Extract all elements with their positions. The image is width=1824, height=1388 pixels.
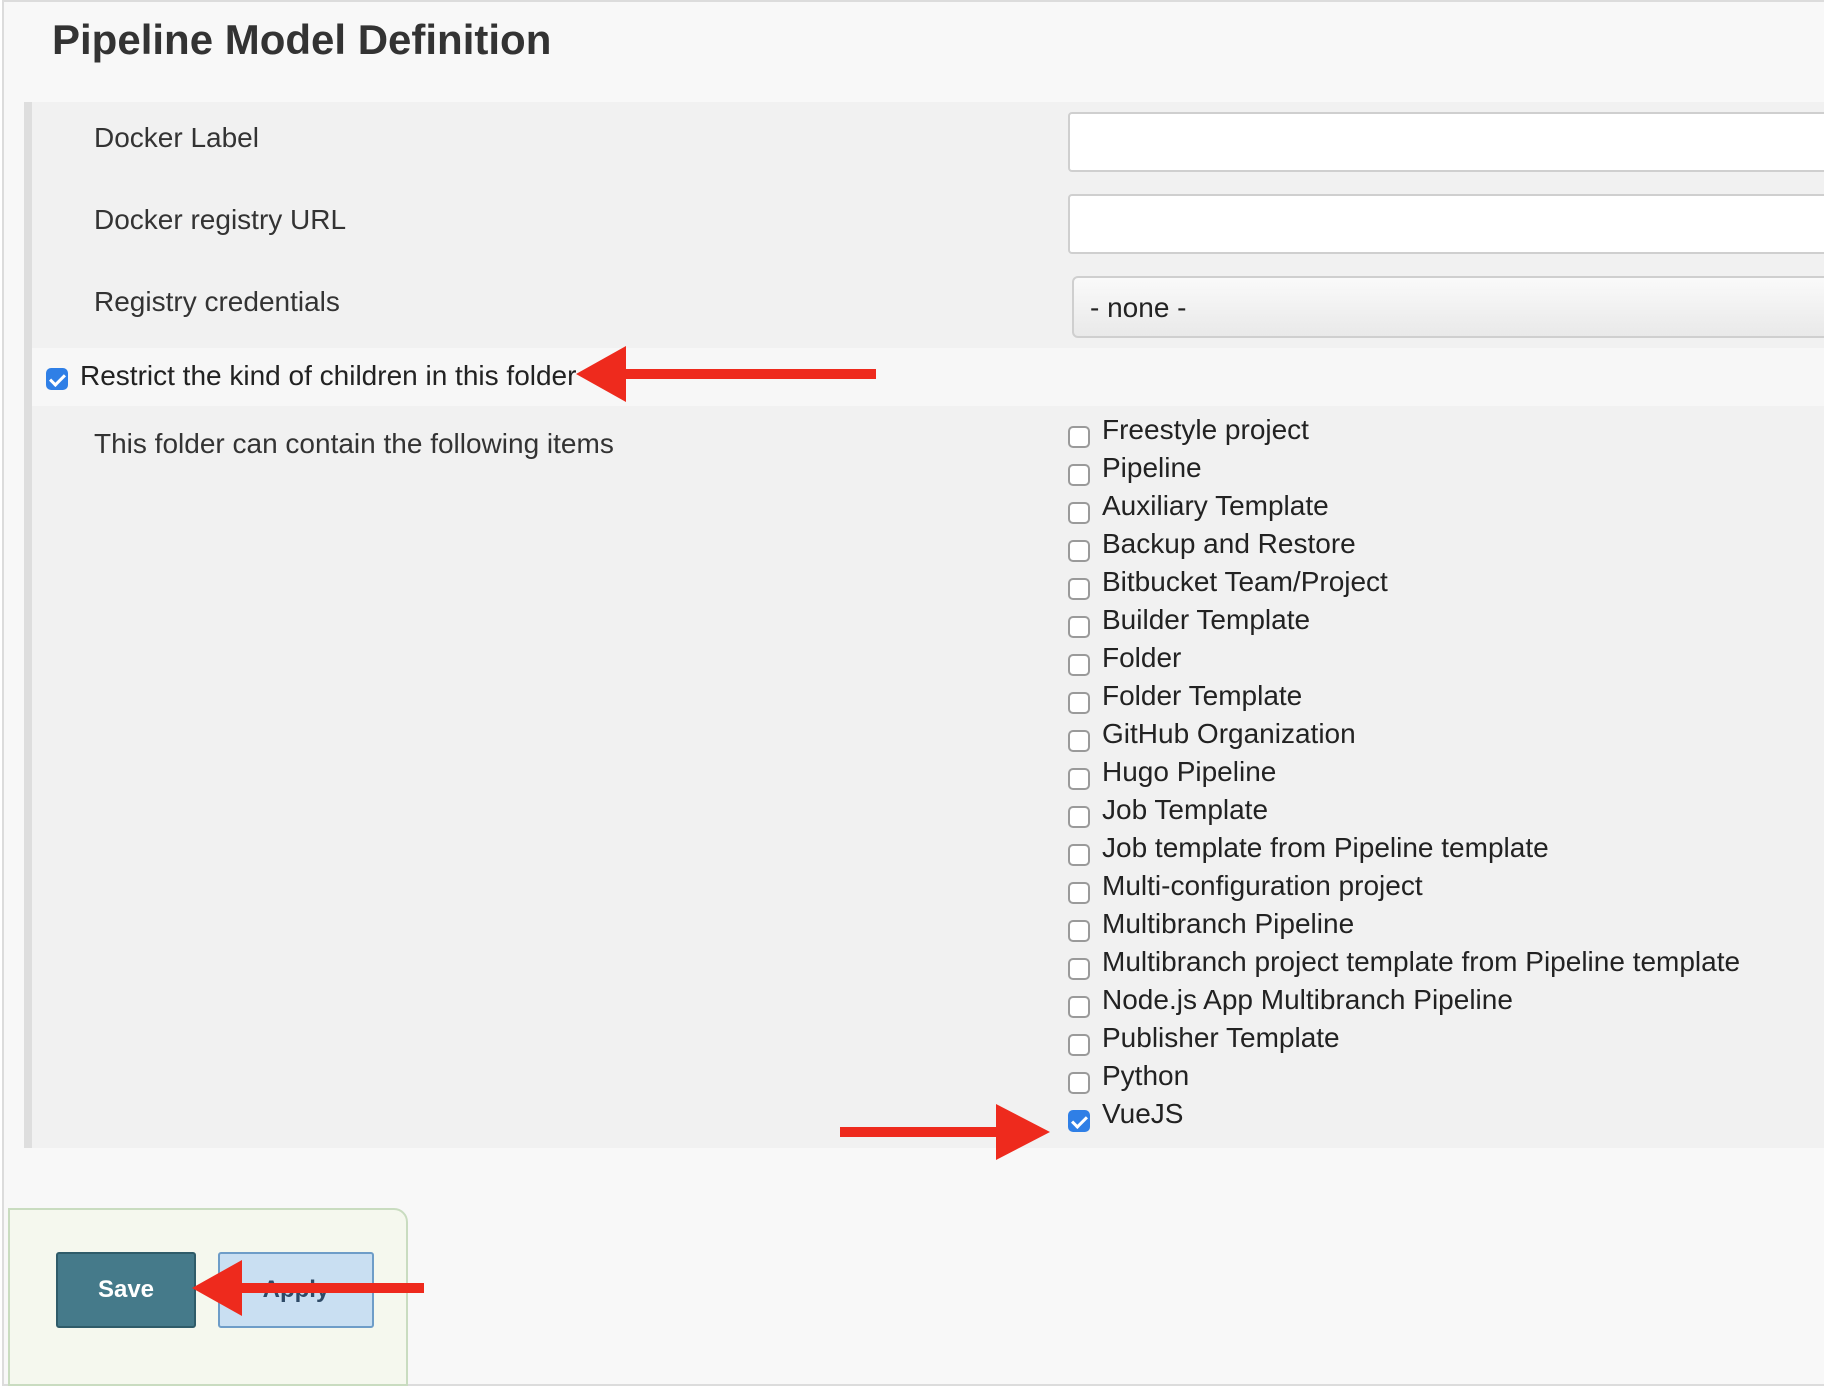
allowed-item-label: Freestyle project [1102, 414, 1309, 445]
allowed-item-label: VueJS [1102, 1098, 1184, 1129]
allowed-item-label: Node.js App Multibranch Pipeline [1102, 984, 1513, 1015]
pipeline-model-section: Docker Label Docker registry URL Registr… [24, 102, 1824, 1148]
allowed-item-label: GitHub Organization [1102, 718, 1356, 749]
restrict-children-row: Restrict the kind of children in this fo… [32, 348, 1824, 406]
annotation-arrow-restrict [576, 346, 876, 402]
annotation-arrow-vuejs [840, 1104, 1050, 1160]
allowed-item-label: Auxiliary Template [1102, 490, 1329, 521]
allowed-item-checkbox[interactable] [1068, 730, 1090, 752]
registry-credentials-select[interactable]: - none - [1072, 276, 1824, 338]
restrict-children-checkbox[interactable] [46, 368, 68, 390]
docker-label-input[interactable] [1068, 112, 1824, 172]
save-button[interactable]: Save [56, 1252, 196, 1328]
allowed-item-label: Builder Template [1102, 604, 1311, 635]
allowed-item-checkbox[interactable] [1068, 844, 1090, 866]
allowed-item-label: Multibranch Pipeline [1102, 908, 1355, 939]
allowed-item-checkbox[interactable] [1068, 920, 1090, 942]
allowed-item-checkbox[interactable] [1068, 1072, 1090, 1094]
allowed-item-checkbox[interactable] [1068, 692, 1090, 714]
docker-registry-url-label: Docker registry URL [94, 204, 347, 235]
allowed-item-label: Python [1102, 1060, 1190, 1091]
allowed-items-label: This folder can contain the following it… [94, 428, 614, 459]
allowed-item-checkbox[interactable] [1068, 578, 1090, 600]
allowed-item-checkbox[interactable] [1068, 1034, 1090, 1056]
allowed-item-checkbox[interactable] [1068, 958, 1090, 980]
allowed-item-checkbox[interactable] [1068, 426, 1090, 448]
restrict-children-label: Restrict the kind of children in this fo… [80, 360, 577, 391]
allowed-item-checkbox[interactable] [1068, 540, 1090, 562]
registry-credentials-label: Registry credentials [94, 286, 340, 317]
allowed-item-label: Job Template [1102, 794, 1269, 825]
docker-registry-url-input[interactable] [1068, 194, 1824, 254]
allowed-item-label: Folder Template [1102, 680, 1303, 711]
allowed-item-label: Bitbucket Team/Project [1102, 566, 1388, 597]
docker-label-label: Docker Label [94, 122, 259, 153]
config-page: Pipeline Model Definition Docker Label D… [2, 0, 1824, 1386]
allowed-item-label: Multibranch project template from Pipeli… [1102, 946, 1741, 977]
allowed-item-label: Multi-configuration project [1102, 870, 1423, 901]
allowed-item-checkbox[interactable] [1068, 502, 1090, 524]
annotation-arrow-save [192, 1260, 424, 1316]
allowed-item-label: Folder [1102, 642, 1182, 673]
allowed-item-label: Publisher Template [1102, 1022, 1340, 1053]
allowed-item-checkbox[interactable] [1068, 654, 1090, 676]
allowed-item-label: Hugo Pipeline [1102, 756, 1277, 787]
allowed-item-label: Job template from Pipeline template [1102, 832, 1549, 863]
allowed-item-label: Backup and Restore [1102, 528, 1356, 559]
allowed-item-checkbox[interactable] [1068, 464, 1090, 486]
allowed-item-checkbox[interactable] [1068, 616, 1090, 638]
allowed-item-label: Pipeline [1102, 452, 1202, 483]
allowed-item-checkbox[interactable] [1068, 996, 1090, 1018]
allowed-item-checkbox[interactable] [1068, 882, 1090, 904]
allowed-item-checkbox[interactable] [1068, 1110, 1090, 1132]
allowed-item-checkbox[interactable] [1068, 806, 1090, 828]
section-title: Pipeline Model Definition [52, 16, 552, 63]
allowed-item-checkbox[interactable] [1068, 768, 1090, 790]
